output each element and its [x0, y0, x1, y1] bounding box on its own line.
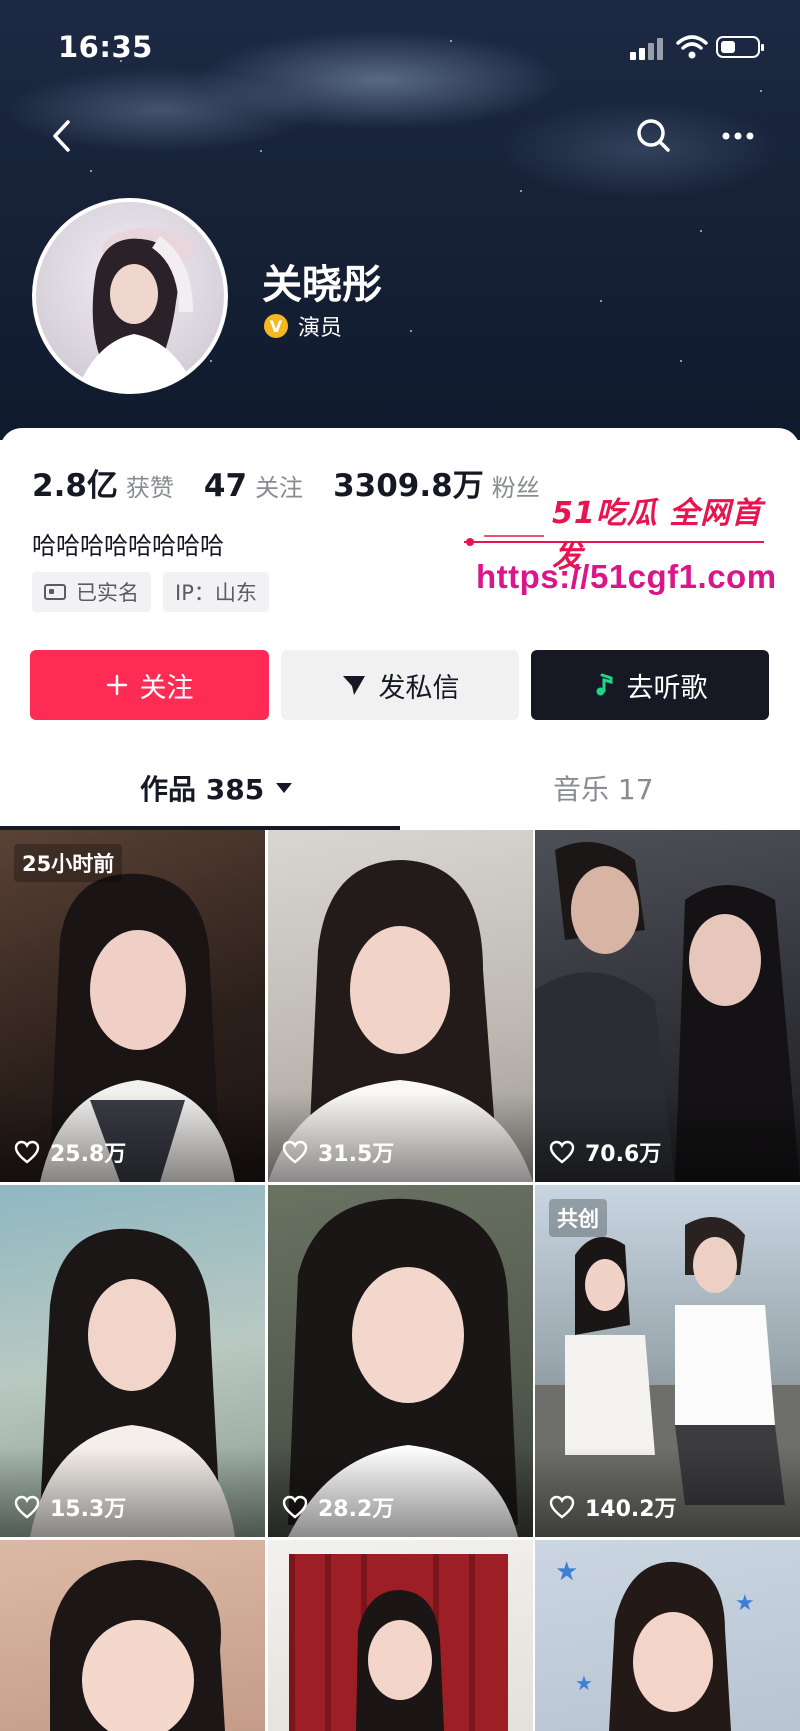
content-tabs: 作品 385 音乐 17 [0, 746, 800, 830]
video-thumbnail[interactable]: 28.2万 [268, 1185, 533, 1537]
star [680, 360, 682, 362]
profile-header-background: 16:35 关晓彤 V 演员 [0, 0, 800, 440]
svg-text:★: ★ [555, 1557, 578, 1587]
tab-music[interactable]: 音乐 17 [553, 746, 654, 830]
video-likes-count: 15.3万 [50, 1497, 127, 1522]
cellular-signal-icon [630, 38, 668, 60]
video-thumbnail[interactable] [268, 1540, 533, 1731]
send-arrow-icon [342, 676, 365, 695]
tab-works[interactable]: 作品 385 [140, 746, 293, 830]
music-note-icon [596, 673, 612, 696]
caret-down-icon[interactable] [276, 783, 293, 793]
send-message-button-label: 发私信 [378, 672, 460, 704]
battery-icon [716, 36, 764, 58]
profile-tags: 已实名 IP：山东 [32, 572, 281, 612]
video-likes: 25.8万 [14, 1136, 126, 1168]
star [600, 300, 602, 302]
action-buttons: 关注 发私信 去听歌 [30, 650, 769, 720]
more-dots-icon[interactable] [714, 112, 762, 160]
video-thumbnail[interactable]: 31.5万 [268, 830, 533, 1182]
star [260, 150, 262, 152]
video-likes: 28.2万 [282, 1491, 394, 1523]
video-likes: 31.5万 [282, 1136, 394, 1168]
plus-icon [106, 674, 127, 696]
tag-verified-identity: 已实名 [32, 572, 151, 612]
thumbnail-portrait-image: ★ ★ ★ [555, 1557, 755, 1731]
stat-value: 2.8亿 [32, 468, 118, 504]
star [410, 330, 412, 332]
heart-icon [282, 1495, 308, 1519]
status-time: 16:35 [58, 30, 153, 64]
verified-label: 演员 [298, 316, 343, 341]
tab-music-label: 音乐 17 [553, 773, 654, 806]
wifi-icon [676, 35, 708, 59]
video-thumbnail[interactable]: 15.3万 [0, 1185, 265, 1537]
video-likes-count: 31.5万 [318, 1142, 395, 1167]
heart-icon [14, 1140, 40, 1164]
back-arrow-icon[interactable] [38, 112, 86, 160]
heart-icon [14, 1495, 40, 1519]
star [520, 190, 522, 192]
listen-music-button[interactable]: 去听歌 [531, 650, 769, 720]
stat-label: 关注 [255, 474, 304, 502]
tag-label: 已实名 [76, 581, 139, 605]
video-thumbnail[interactable]: ★ ★ ★ [535, 1540, 800, 1731]
watermark: 51吃瓜 全网首发 https://51cgf1.com [464, 488, 784, 624]
stat-value: 47 [203, 468, 248, 504]
video-likes: 140.2万 [549, 1491, 677, 1523]
profile-name: 关晓彤 [262, 262, 382, 308]
star [700, 230, 702, 232]
heart-icon [549, 1140, 575, 1164]
watermark-url: https://51cgf1.com [476, 558, 777, 595]
tag-label: IP：山东 [175, 581, 257, 605]
video-likes-count: 70.6万 [585, 1142, 662, 1167]
video-likes-count: 140.2万 [585, 1497, 677, 1522]
verification-row: V 演员 [264, 310, 342, 342]
avatar-portrait-image [76, 228, 196, 390]
tag-ip-location: IP：山东 [163, 572, 269, 612]
heart-icon [282, 1140, 308, 1164]
verified-badge-icon: V [264, 314, 288, 338]
follow-button-label: 关注 [139, 672, 194, 704]
search-icon[interactable] [630, 112, 678, 160]
listen-music-button-label: 去听歌 [626, 672, 708, 704]
star [90, 170, 92, 172]
thumbnail-portrait-image [289, 1554, 508, 1731]
video-thumbnail[interactable]: 共创 140.2万 [535, 1185, 800, 1537]
video-thumbnail[interactable]: 25小时前 25.8万 [0, 830, 265, 1182]
id-card-icon [44, 584, 66, 600]
avatar[interactable] [32, 198, 228, 394]
profile-bio: 哈哈哈哈哈哈哈哈 [32, 532, 224, 560]
post-time-badge: 25小时前 [14, 844, 123, 882]
stat-value: 3309.8万 [333, 468, 484, 504]
follow-button[interactable]: 关注 [30, 650, 269, 720]
video-likes-count: 25.8万 [50, 1142, 127, 1167]
stat-likes: 2.8亿 获赞 [32, 460, 174, 505]
svg-text:★: ★ [575, 1671, 593, 1695]
thumbnail-portrait-image [50, 1560, 225, 1731]
video-likes-count: 28.2万 [318, 1497, 395, 1522]
video-likes: 15.3万 [14, 1491, 126, 1523]
status-bar: 16:35 [0, 0, 800, 96]
video-likes: 70.6万 [549, 1136, 661, 1168]
svg-text:★: ★ [735, 1591, 755, 1616]
tab-works-label: 作品 385 [140, 773, 265, 806]
heart-icon [549, 1495, 575, 1519]
stat-label: 获赞 [125, 474, 174, 502]
star [210, 360, 212, 362]
send-message-button[interactable]: 发私信 [281, 650, 519, 720]
collab-badge: 共创 [549, 1199, 607, 1237]
video-thumbnail[interactable] [0, 1540, 265, 1731]
video-thumbnail[interactable]: 70.6万 [535, 830, 800, 1182]
stat-following[interactable]: 47 关注 [204, 468, 303, 504]
